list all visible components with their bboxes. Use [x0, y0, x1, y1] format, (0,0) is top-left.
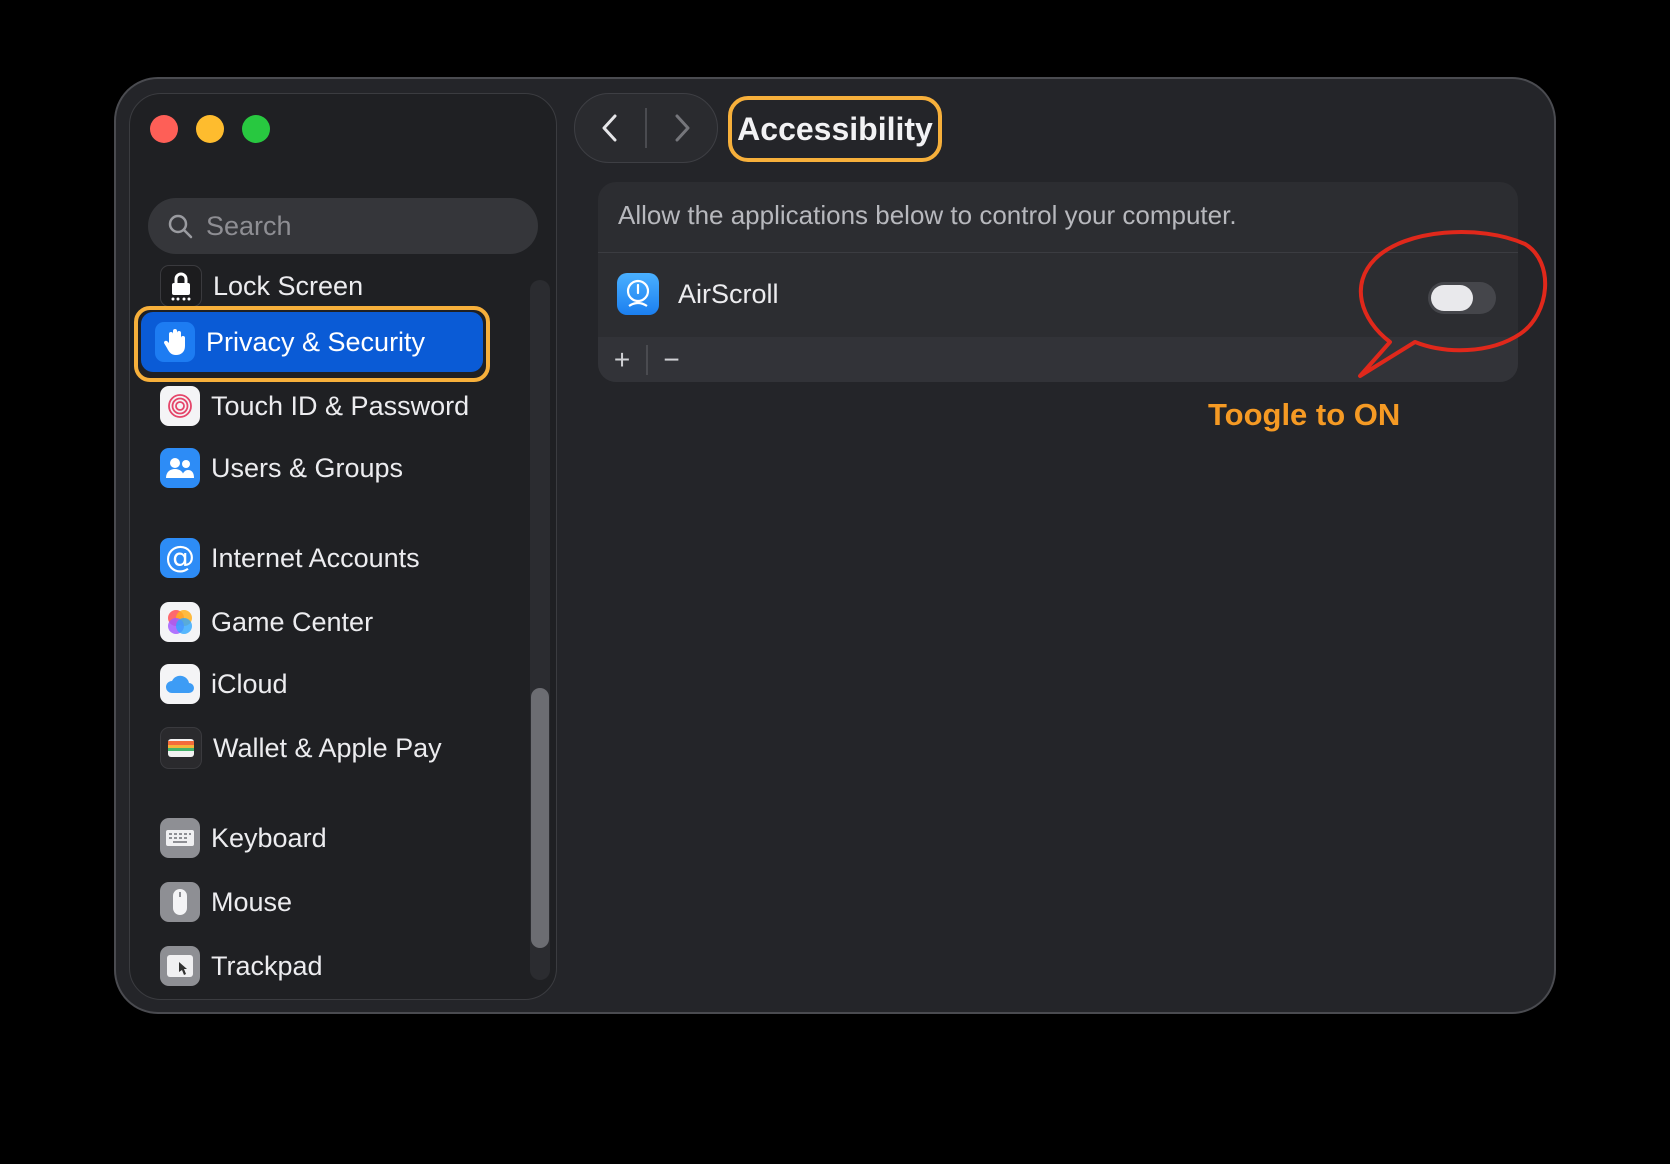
at-sign-icon: @ — [160, 538, 200, 578]
fingerprint-icon — [160, 386, 200, 426]
sidebar-item-internet-accounts[interactable]: @ Internet Accounts — [146, 530, 514, 586]
lock-icon — [160, 265, 202, 307]
sidebar-item-label: Trackpad — [211, 950, 323, 981]
back-button[interactable] — [575, 94, 645, 162]
mouse-icon — [160, 882, 200, 922]
users-icon — [160, 448, 200, 488]
sidebar-item-label: Users & Groups — [211, 452, 404, 483]
close-button[interactable] — [150, 115, 178, 143]
navigation-buttons — [574, 93, 718, 163]
game-center-icon — [160, 602, 200, 642]
wallet-icon — [160, 727, 202, 769]
highlight-privacy-security — [134, 306, 490, 382]
add-button[interactable]: + — [598, 337, 646, 382]
chevron-right-icon — [675, 114, 689, 142]
sidebar-item-label: Lock Screen — [213, 270, 364, 301]
zoom-button[interactable] — [242, 115, 270, 143]
sidebar-item-keyboard[interactable]: Keyboard — [146, 810, 514, 866]
sidebar-item-label: Internet Accounts — [211, 542, 420, 573]
sidebar-item-label: Wallet & Apple Pay — [213, 732, 442, 763]
sidebar-item-game-center[interactable]: Game Center — [146, 594, 514, 650]
keyboard-icon — [160, 818, 200, 858]
chevron-left-icon — [602, 114, 617, 142]
minimize-button[interactable] — [196, 115, 224, 143]
sidebar-item-label: Mouse — [211, 886, 293, 917]
sidebar-item-label: Touch ID & Password — [211, 390, 470, 421]
cloud-icon — [160, 664, 200, 704]
highlight-page-title — [728, 96, 942, 162]
sidebar-item-wallet[interactable]: Wallet & Apple Pay — [146, 720, 514, 776]
search-input[interactable]: Search — [148, 198, 538, 254]
sidebar-item-label: iCloud — [211, 668, 288, 699]
sidebar-item-label: Keyboard — [211, 822, 327, 853]
sidebar-item-touch-id[interactable]: Touch ID & Password — [146, 378, 514, 434]
sidebar-item-label: Game Center — [211, 606, 374, 637]
app-name: AirScroll — [678, 279, 779, 309]
forward-button[interactable] — [647, 94, 717, 162]
sidebar-item-icloud[interactable]: iCloud — [146, 656, 514, 712]
sidebar-item-trackpad[interactable]: Trackpad — [146, 938, 514, 994]
search-placeholder: Search — [206, 210, 292, 241]
airscroll-icon — [617, 273, 659, 315]
sidebar-item-mouse[interactable]: Mouse — [146, 874, 514, 930]
remove-button[interactable]: − — [648, 337, 696, 382]
panel-description: Allow the applications below to control … — [618, 200, 1237, 230]
sidebar-scrollbar[interactable] — [531, 688, 549, 948]
sidebar-item-users-groups[interactable]: Users & Groups — [146, 440, 514, 496]
search-icon — [168, 214, 193, 239]
annotation-text: Toogle to ON — [1208, 397, 1401, 432]
trackpad-icon — [160, 946, 200, 986]
annotation-callout-circle — [1358, 230, 1547, 378]
